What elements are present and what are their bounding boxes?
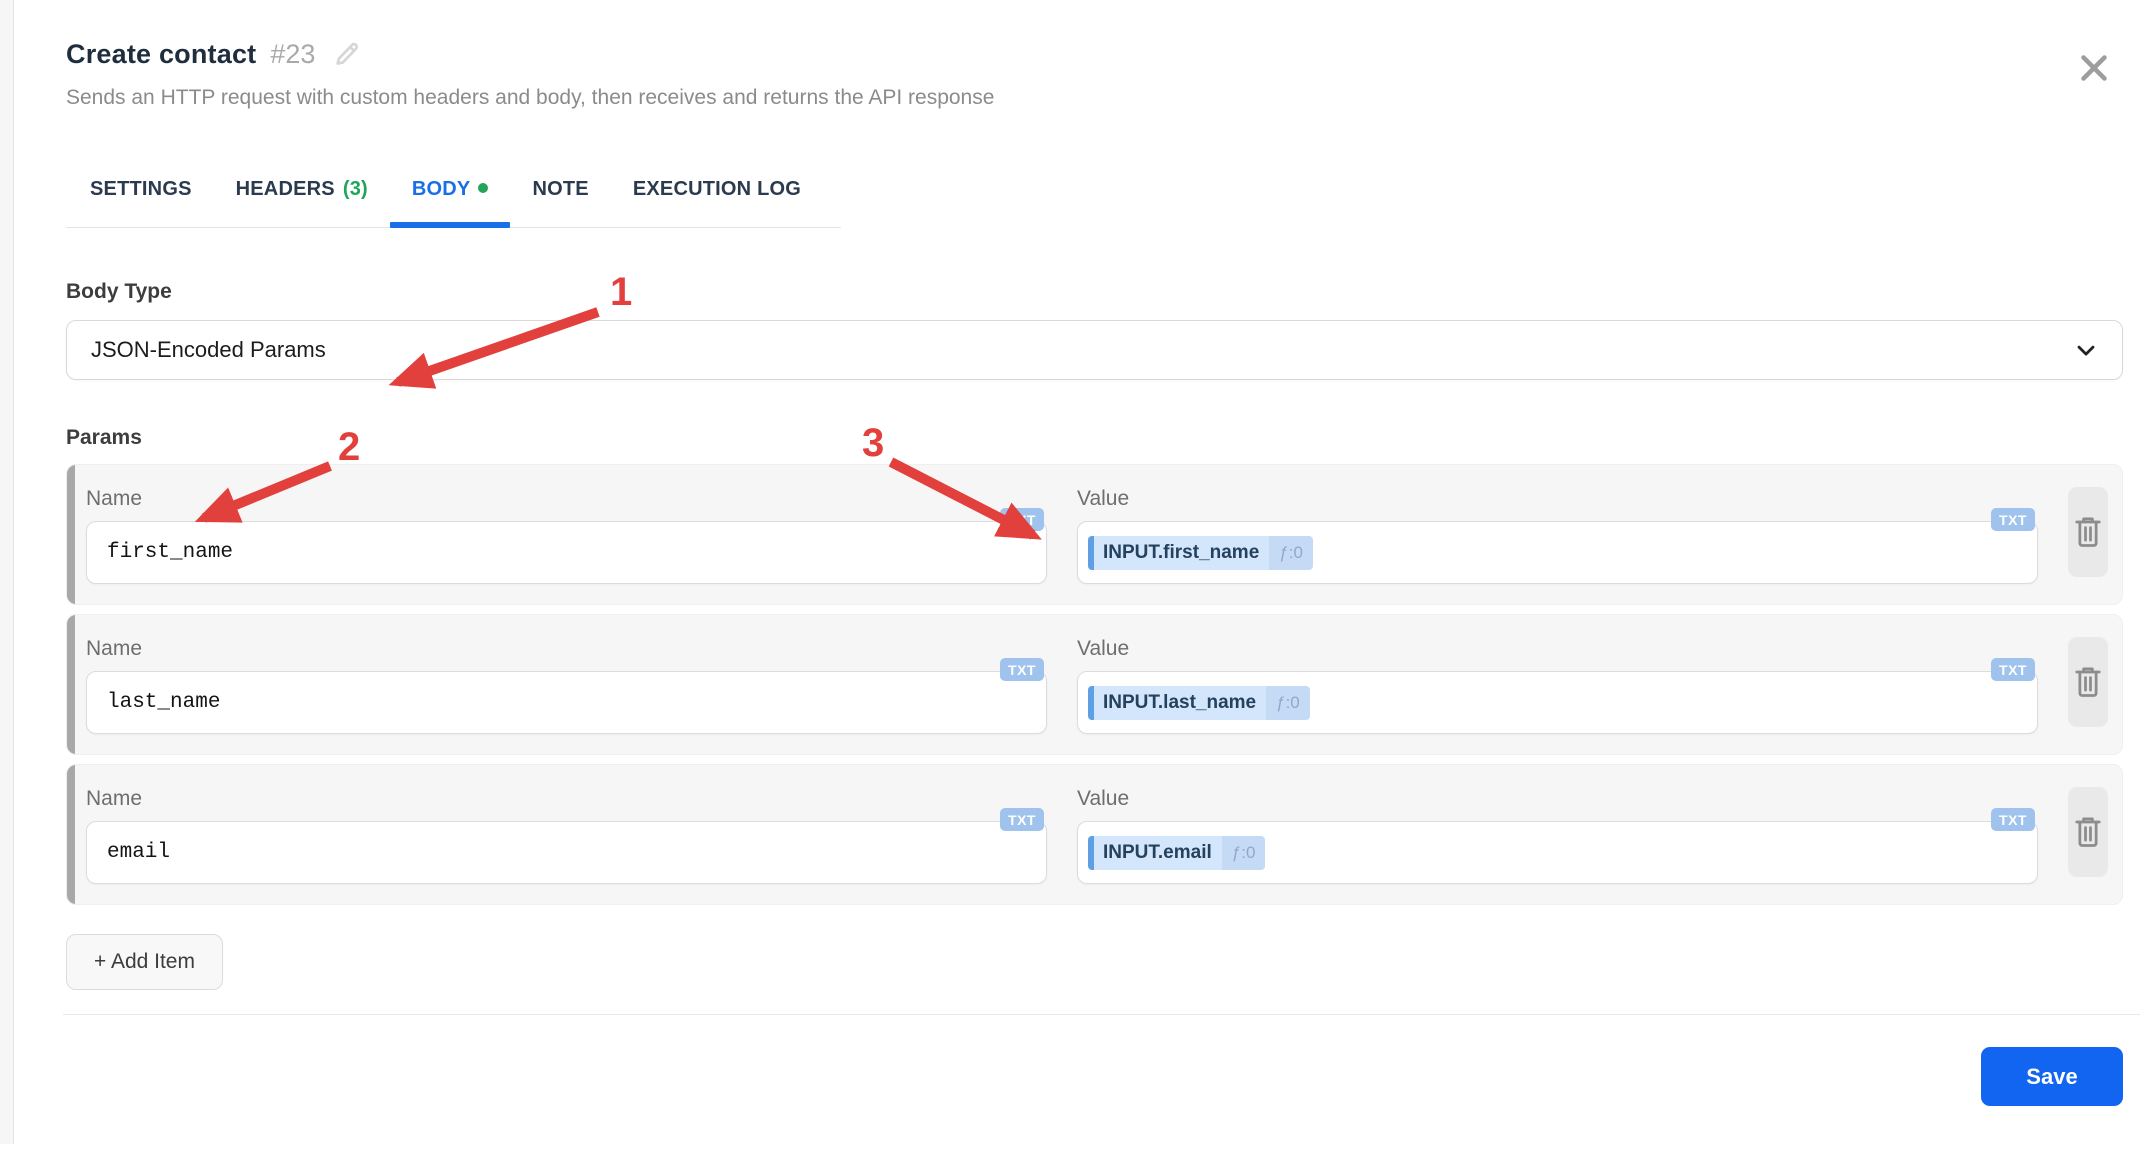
drag-handle[interactable]	[67, 465, 75, 604]
tab-bar: SETTINGS HEADERS (3) BODY NOTE EXECUTION…	[66, 160, 841, 228]
body-type-selected-value: JSON-Encoded Params	[91, 337, 326, 362]
trash-icon	[2073, 665, 2103, 699]
row-actions	[2068, 487, 2108, 584]
chip-token-text: INPUT.email	[1094, 835, 1222, 870]
param-name-field-group: Name TXT	[86, 487, 1047, 584]
field-type-badge[interactable]: TXT	[1000, 808, 1044, 831]
delete-row-button[interactable]	[2068, 787, 2108, 877]
param-row: Name TXT Value TXT INPUT.first_name ƒ:0	[66, 464, 2123, 605]
tab-execution-log[interactable]: EXECUTION LOG	[611, 160, 823, 227]
name-field-box: TXT	[86, 658, 1047, 734]
chip-modifier-badge: ƒ:0	[1221, 835, 1266, 870]
params-list: Name TXT Value TXT INPUT.first_name ƒ:0	[66, 464, 2123, 905]
name-field-label: Name	[86, 787, 143, 810]
row-actions	[2068, 787, 2108, 884]
chevron-down-icon	[2072, 336, 2100, 364]
param-name-input[interactable]	[87, 822, 1046, 883]
param-name-field-group: Name TXT	[86, 787, 1047, 884]
param-value-field-group: Value TXT INPUT.last_name ƒ:0	[1077, 637, 2038, 734]
trash-icon	[2073, 515, 2103, 549]
headers-count-badge: (3)	[342, 178, 368, 200]
value-token-chip[interactable]: INPUT.last_name ƒ:0	[1088, 685, 1310, 720]
name-field-box: TXT	[86, 508, 1047, 584]
field-type-badge[interactable]: TXT	[1000, 658, 1044, 681]
tab-label: SETTINGS	[90, 178, 192, 200]
save-button[interactable]: Save	[1981, 1047, 2123, 1106]
close-icon	[2076, 50, 2112, 86]
body-type-select[interactable]: JSON-Encoded Params	[66, 320, 2123, 380]
chip-modifier-badge: ƒ:0	[1266, 685, 1310, 720]
value-token-chip[interactable]: INPUT.first_name ƒ:0	[1088, 535, 1313, 570]
pencil-icon	[331, 38, 363, 70]
row-actions	[2068, 637, 2108, 734]
close-button[interactable]	[2072, 46, 2116, 90]
action-editor-modal: Create contact #23 Sends an HTTP request…	[15, 0, 2156, 1144]
param-name-field-group: Name TXT	[86, 637, 1047, 734]
field-type-badge[interactable]: TXT	[1000, 508, 1044, 531]
page-edge-strip	[0, 0, 14, 1144]
body-type-label: Body Type	[66, 280, 172, 303]
action-description: Sends an HTTP request with custom header…	[66, 86, 995, 109]
delete-row-button[interactable]	[2068, 637, 2108, 727]
add-item-button[interactable]: + Add Item	[66, 934, 223, 990]
tab-label: HEADERS	[235, 178, 335, 200]
drag-handle[interactable]	[67, 615, 75, 754]
value-token-chip[interactable]: INPUT.email ƒ:0	[1088, 835, 1266, 870]
name-field-box: TXT	[86, 808, 1047, 884]
value-field-box[interactable]: TXT INPUT.email ƒ:0	[1077, 808, 2038, 884]
tab-label: NOTE	[532, 178, 589, 200]
value-field-box[interactable]: TXT INPUT.first_name ƒ:0	[1077, 508, 2038, 584]
param-value-field-group: Value TXT INPUT.first_name ƒ:0	[1077, 487, 2038, 584]
edit-title-button[interactable]	[331, 38, 363, 70]
footer-divider	[63, 1014, 2140, 1015]
param-row: Name TXT Value TXT INPUT.last_name ƒ:0	[66, 614, 2123, 755]
drag-handle[interactable]	[67, 765, 75, 904]
chip-token-text: INPUT.first_name	[1094, 535, 1270, 570]
param-row: Name TXT Value TXT INPUT.email ƒ:0	[66, 764, 2123, 905]
param-row-inner: Name TXT Value TXT INPUT.last_name ƒ:0	[75, 615, 2122, 754]
value-field-label: Value	[1077, 487, 1130, 510]
params-label: Params	[66, 426, 142, 449]
param-value-field-group: Value TXT INPUT.email ƒ:0	[1077, 787, 2038, 884]
field-type-badge[interactable]: TXT	[1991, 658, 2035, 681]
chip-modifier-badge: ƒ:0	[1269, 535, 1313, 570]
name-field-label: Name	[86, 637, 143, 660]
param-row-inner: Name TXT Value TXT INPUT.first_name ƒ:0	[75, 465, 2122, 604]
param-name-input[interactable]	[87, 522, 1046, 583]
trash-icon	[2073, 815, 2103, 849]
value-field-box[interactable]: TXT INPUT.last_name ƒ:0	[1077, 658, 2038, 734]
modal-header: Create contact #23	[66, 38, 2123, 70]
field-type-badge[interactable]: TXT	[1991, 808, 2035, 831]
tab-settings[interactable]: SETTINGS	[66, 160, 214, 227]
chip-token-text: INPUT.last_name	[1094, 685, 1267, 720]
name-field-label: Name	[86, 487, 143, 510]
tab-body[interactable]: BODY	[389, 160, 511, 228]
action-id: #23	[270, 38, 316, 69]
delete-row-button[interactable]	[2068, 487, 2108, 577]
param-name-input[interactable]	[87, 672, 1046, 733]
field-type-badge[interactable]: TXT	[1991, 508, 2035, 531]
tab-label: EXECUTION LOG	[632, 178, 801, 200]
value-field-label: Value	[1077, 637, 1130, 660]
value-field-label: Value	[1077, 787, 1130, 810]
body-status-dot-icon	[478, 182, 489, 193]
tab-headers[interactable]: HEADERS (3)	[214, 160, 390, 227]
param-row-inner: Name TXT Value TXT INPUT.email ƒ:0	[75, 765, 2122, 904]
modal-footer: Save	[66, 1047, 2123, 1106]
tab-label: BODY	[411, 178, 471, 200]
page-title: Create contact	[66, 38, 257, 69]
tab-note[interactable]: NOTE	[510, 160, 610, 227]
